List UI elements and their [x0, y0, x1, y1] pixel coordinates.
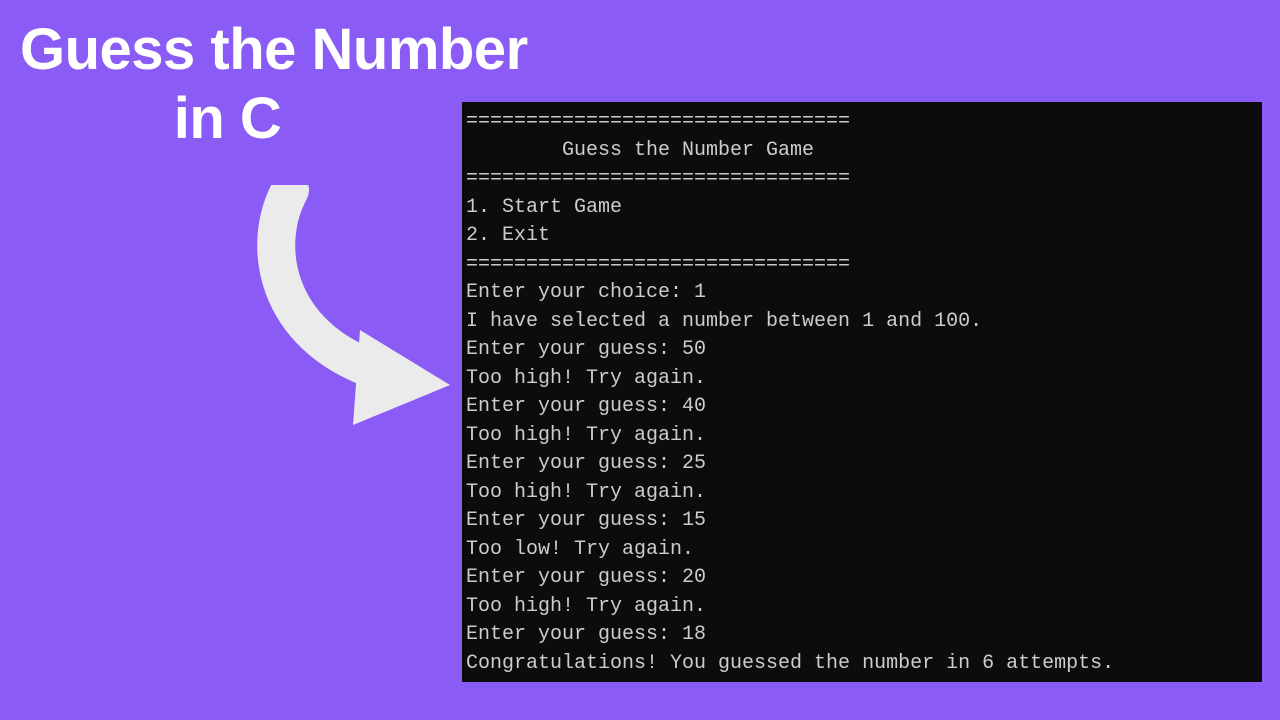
- menu-option-exit: 2. Exit: [466, 224, 550, 247]
- choice-prompt: Enter your choice: 1: [466, 281, 706, 304]
- selected-message: I have selected a number between 1 and 1…: [466, 310, 982, 333]
- guess-line: Enter your guess: 18: [466, 623, 706, 646]
- guess-line: Enter your guess: 40: [466, 395, 706, 418]
- divider-mid: ================================: [466, 167, 850, 190]
- guess-line: Enter your guess: 25: [466, 452, 706, 475]
- title-line-2: in C: [20, 89, 435, 150]
- reply-line: Too high! Try again.: [466, 595, 706, 618]
- arrow-icon: [255, 185, 450, 425]
- terminal-title: Guess the Number Game: [466, 139, 814, 162]
- menu-option-start: 1. Start Game: [466, 196, 622, 219]
- guess-line: Enter your guess: 50: [466, 338, 706, 361]
- guess-line: Enter your guess: 15: [466, 509, 706, 532]
- page-title: Guess the Number in C: [20, 20, 528, 150]
- reply-line: Too low! Try again.: [466, 538, 694, 561]
- reply-line: Too high! Try again.: [466, 424, 706, 447]
- terminal-window: ================================ Guess t…: [462, 102, 1262, 682]
- divider-bottom: ================================: [466, 253, 850, 276]
- title-line-1: Guess the Number: [20, 17, 528, 82]
- guess-line: Enter your guess: 20: [466, 566, 706, 589]
- reply-line: Too high! Try again.: [466, 481, 706, 504]
- reply-line: Congratulations! You guessed the number …: [466, 652, 1114, 675]
- reply-line: Too high! Try again.: [466, 367, 706, 390]
- divider-top: ================================: [466, 110, 850, 133]
